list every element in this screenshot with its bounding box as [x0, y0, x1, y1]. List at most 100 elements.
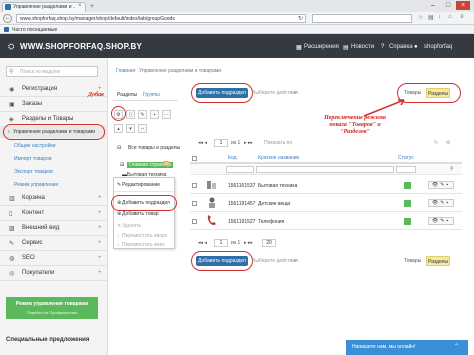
sidebar-subitem-general[interactable]: Общие настройки	[14, 143, 56, 149]
search-icon[interactable]: ⚲	[450, 166, 454, 172]
row-actions[interactable]: 👁✎▪	[428, 181, 454, 189]
brand-title[interactable]: WWW.SHOPFORFAQ.SHOP.BY	[20, 42, 142, 51]
switch-products-bottom[interactable]: Товары	[404, 258, 421, 264]
trash-icon: ✕	[117, 223, 122, 229]
sidebar-item-cart[interactable]	[0, 191, 108, 206]
star-icon[interactable]: ☆	[418, 14, 423, 21]
status-active-indicator[interactable]	[404, 200, 411, 207]
nav-help[interactable]: Справка	[389, 44, 413, 50]
home-icon[interactable]: ⌂	[448, 14, 452, 20]
column-header-status[interactable]: Статус	[398, 155, 414, 161]
annotation-circle	[111, 106, 126, 121]
new-tab-icon[interactable]: +	[90, 3, 94, 10]
status-active-indicator[interactable]	[404, 182, 411, 189]
sidebar-item-orders[interactable]	[0, 97, 108, 112]
basket-icon: ▥	[9, 196, 15, 202]
context-divider	[115, 191, 173, 192]
pager-page-input[interactable]: 1	[214, 239, 228, 247]
maximize-icon[interactable]: □	[441, 1, 455, 10]
row-name[interactable]: Телефония	[258, 219, 284, 225]
nav-extensions[interactable]: Расширения	[304, 44, 339, 50]
row-checkbox[interactable]	[192, 219, 197, 224]
browser-search-input[interactable]	[312, 14, 412, 23]
pager-page-input[interactable]: 1	[214, 139, 228, 147]
tab-groups[interactable]: Группы	[143, 92, 160, 98]
context-item-delete[interactable]: Удалить	[122, 223, 141, 229]
tree-more-button[interactable]: ⋯	[162, 110, 171, 119]
tree-up-button[interactable]: ▴	[114, 124, 123, 133]
minimize-icon[interactable]: –	[426, 1, 440, 10]
status-active-indicator[interactable]	[404, 218, 411, 225]
nav-news[interactable]: Новости	[351, 44, 374, 50]
context-item-edit[interactable]: Редактирование	[122, 182, 160, 188]
tree-down-button[interactable]: ▾	[126, 124, 135, 133]
filter-code-input[interactable]	[226, 166, 254, 173]
sidebar-item-service[interactable]	[0, 236, 108, 251]
row-actions[interactable]: 👁✎▪	[428, 217, 454, 225]
edit-icon: ✎	[117, 182, 122, 188]
bookmark-most-visited[interactable]: Часто посещаемые	[12, 27, 57, 33]
tab-sections[interactable]: Разделы	[117, 92, 137, 98]
filter-status-select[interactable]	[396, 166, 416, 173]
actions-dropdown[interactable]: Выберите действия	[252, 90, 298, 96]
sidebar-subitem-export[interactable]: Экспорт товаров	[14, 169, 53, 175]
tree-copy-button[interactable]: ▯	[126, 110, 135, 119]
back-icon[interactable]: ←	[3, 14, 12, 23]
pager-per-page-select[interactable]: 20	[262, 239, 276, 247]
tree-node-all[interactable]: Все товары и разделы	[128, 145, 180, 151]
tree-collapse-button[interactable]: –	[138, 124, 147, 133]
breadcrumb-home[interactable]: Главная	[116, 68, 135, 74]
tree-expand-icon[interactable]: ⊟	[120, 162, 124, 168]
plus-icon: +	[98, 225, 102, 231]
pager-next-icon[interactable]: ▸ ▸▸	[244, 140, 253, 146]
sidebar-subitem-import[interactable]: Импорт товаров	[14, 156, 51, 162]
row-checkbox[interactable]	[192, 201, 197, 206]
plus-icon: +	[98, 210, 102, 216]
filter-name-input[interactable]	[256, 166, 394, 173]
switch-sections-bottom[interactable]: Разделы	[426, 256, 450, 266]
pager-prev-icon[interactable]: ◂◂ ◂	[198, 140, 207, 146]
user-icon: ●	[414, 44, 418, 50]
row-name[interactable]: Детские вещи	[258, 201, 290, 207]
row-checkbox[interactable]	[192, 183, 197, 188]
tree-expand-icon[interactable]: ⊟	[117, 145, 121, 151]
tree-delete-button[interactable]: ▪	[150, 110, 159, 119]
nav-shop-account[interactable]: shopforfaq	[424, 44, 452, 50]
sidebar-subitem-mode[interactable]: Режим управления	[14, 182, 58, 188]
url-text: www.shopforfaq.shop.by/manager/shop/defa…	[20, 16, 175, 22]
annotation-oval	[111, 195, 177, 211]
clipboard-icon[interactable]: ▤	[428, 14, 434, 21]
pager-prev-icon[interactable]: ◂◂ ◂	[198, 240, 207, 246]
appliance-thumbnail	[207, 181, 216, 189]
wrench-icon: ✎	[9, 241, 15, 247]
sidebar-item-label: Регистрация	[22, 86, 58, 92]
sidebar-item-label: Внешний вид	[22, 225, 60, 231]
context-item-move-up[interactable]: Переместить вверх	[122, 233, 167, 239]
select-all-checkbox[interactable]	[192, 156, 197, 161]
settings-icon[interactable]: ⚙	[446, 140, 450, 146]
sidebar-item-label: Корзина	[22, 195, 45, 201]
row-name[interactable]: Бытовая техника	[258, 183, 297, 189]
column-header-name[interactable]: Краткое название	[258, 155, 299, 161]
search-icon: ⚲	[9, 69, 14, 75]
refresh-icon[interactable]: ↻	[298, 15, 303, 22]
globe-icon: ◍	[9, 256, 15, 262]
sidebar-item-content[interactable]	[0, 206, 108, 221]
sidebar-item-seo[interactable]	[0, 251, 108, 266]
download-icon[interactable]: ↓	[438, 14, 441, 20]
column-header-code[interactable]: Код	[228, 155, 237, 161]
chat-expand-icon[interactable]: ⌃	[454, 343, 459, 350]
row-actions[interactable]: 👁✎▪	[428, 199, 454, 207]
refresh-icon[interactable]: ↻	[434, 140, 438, 146]
tree-edit-button[interactable]: ✎	[138, 110, 147, 119]
menu-icon[interactable]: ≡	[460, 14, 464, 20]
annotation-oval	[191, 83, 253, 103]
context-item-move-down[interactable]: Переместить вниз	[122, 242, 165, 248]
actions-dropdown-bottom[interactable]: Выберите действия	[252, 258, 298, 264]
sidebar-item-label: Разделы и Товары	[22, 116, 74, 122]
row-code: 1561161537	[228, 183, 256, 189]
tab-close-icon[interactable]: ×	[78, 3, 82, 9]
context-item-add-product[interactable]: Добавить товар	[122, 211, 159, 217]
pager-next-icon[interactable]: ▸ ▸▸	[244, 240, 253, 246]
window-close-icon[interactable]: ×	[456, 1, 470, 10]
